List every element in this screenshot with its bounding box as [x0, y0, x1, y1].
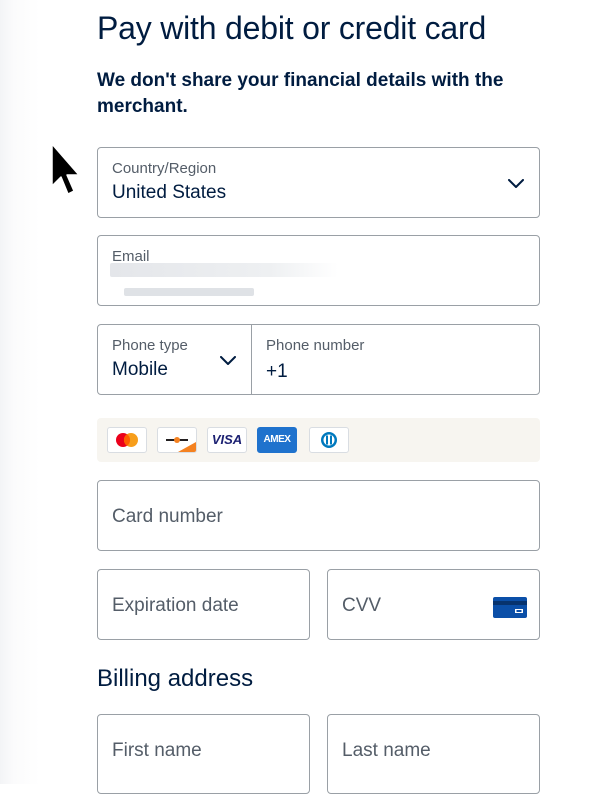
- visa-icon: VISA: [207, 427, 247, 453]
- country-label: Country/Region: [112, 160, 217, 177]
- mastercard-icon: [107, 427, 147, 453]
- last-name-field[interactable]: Last name: [327, 714, 540, 794]
- phone-type-label: Phone type: [112, 337, 188, 354]
- card-number-field[interactable]: Card number: [97, 480, 540, 551]
- amex-icon: AMEX: [257, 427, 297, 453]
- accepted-cards-strip: VISA AMEX: [97, 418, 540, 462]
- phone-type-value: Mobile: [112, 359, 168, 380]
- cvv-field[interactable]: CVV: [327, 569, 540, 640]
- chevron-down-icon: [508, 179, 524, 188]
- phone-number-field[interactable]: Phone number +1: [251, 324, 540, 395]
- email-value-redacted-line: [124, 288, 254, 296]
- first-name-field[interactable]: First name: [97, 714, 310, 794]
- card-back-icon: [493, 597, 527, 618]
- expiration-date-field[interactable]: Expiration date: [97, 569, 310, 640]
- checkout-page: Pay with debit or credit card We don't s…: [0, 0, 614, 794]
- mouse-cursor-icon: [51, 143, 80, 195]
- country-select[interactable]: Country/Region United States: [97, 147, 540, 218]
- phone-type-select[interactable]: Phone type Mobile: [97, 324, 252, 395]
- last-name-placeholder: Last name: [342, 740, 431, 761]
- billing-address-heading: Billing address: [97, 665, 254, 692]
- email-field[interactable]: Email: [97, 235, 540, 306]
- chevron-down-icon: [220, 356, 236, 365]
- phone-number-value: +1: [266, 361, 288, 382]
- page-title: Pay with debit or credit card: [97, 10, 487, 46]
- country-value: United States: [112, 182, 227, 203]
- card-number-placeholder: Card number: [112, 506, 223, 527]
- page-subtitle: We don't share your financial details wi…: [97, 70, 504, 117]
- cvv-placeholder: CVV: [342, 595, 382, 616]
- diners-club-icon: [309, 427, 349, 453]
- email-value-redacted: [110, 263, 338, 277]
- phone-number-label: Phone number: [266, 337, 365, 354]
- first-name-placeholder: First name: [112, 740, 202, 761]
- expiration-date-placeholder: Expiration date: [112, 595, 239, 616]
- discover-icon: [157, 427, 197, 453]
